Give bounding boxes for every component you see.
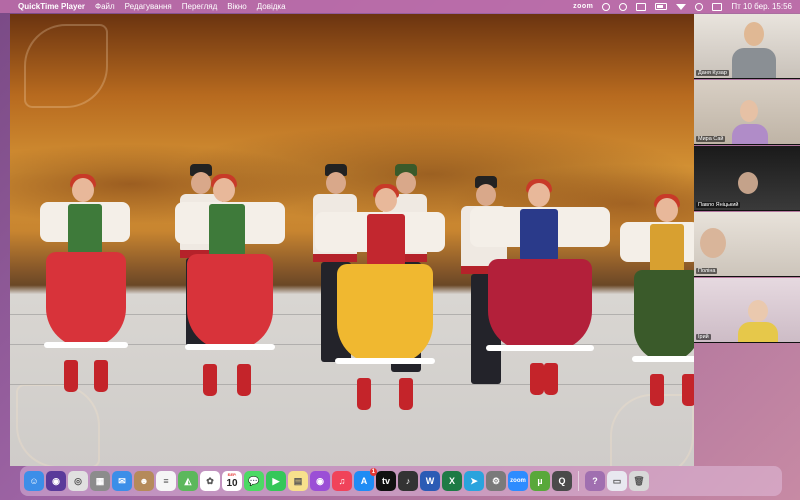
quicktime-glyph: Q <box>558 476 566 486</box>
menu-window[interactable]: Вікно <box>227 2 246 11</box>
participant-tile[interactable]: Павло Яніцький <box>694 146 800 211</box>
quicktime-icon[interactable]: Q <box>552 471 572 491</box>
menu-clock[interactable]: Пт 10 бер. 15:56 <box>731 2 792 11</box>
menu-help[interactable]: Довідка <box>257 2 286 11</box>
app-store-icon[interactable]: A1 <box>354 468 377 491</box>
folder-glyph: ▭ <box>612 475 622 486</box>
podcasts-icon[interactable]: ◉ <box>310 471 330 491</box>
zoom-status-icon[interactable]: zoom <box>573 3 593 10</box>
participant-tile[interactable]: Мира Сай <box>694 80 800 145</box>
video-stage[interactable] <box>10 14 694 466</box>
control-center-icon[interactable] <box>712 2 723 11</box>
launchpad-icon[interactable]: ▦ <box>90 471 110 491</box>
participant-name: Даня Кузар <box>696 70 729 76</box>
battery-icon[interactable] <box>655 3 668 10</box>
app-menu[interactable]: QuickTime Player <box>18 2 85 11</box>
calendar-day: 10 <box>226 477 238 489</box>
trash-glyph: 🗑 <box>633 475 645 486</box>
podcasts-glyph: ◉ <box>316 475 324 486</box>
photos-glyph: ✿ <box>206 475 214 486</box>
dock: ☺ ◉ ◎ ▦ ✉ ☻ ≡ ◭ ✿ БЕР. 10 💬 ▶ ▤ ◉ ♫ A 1 tv ♪ W X ➤ ⚙ zoom µ Q? ▭ 🗑 <box>20 466 782 496</box>
participant-video <box>732 48 776 78</box>
messages-icon[interactable]: 💬 <box>244 471 264 491</box>
system-settings-icon[interactable]: ⚙ <box>486 471 506 491</box>
participant-video <box>700 228 726 258</box>
wifi-icon[interactable] <box>676 3 687 10</box>
folder-icon[interactable]: ▭ <box>607 471 627 491</box>
mail-icon[interactable]: ✉ <box>112 471 132 491</box>
calendar-month: БЕР. <box>227 472 237 477</box>
participant-name: Павло Яніцький <box>696 202 741 208</box>
zoom-app-glyph: zoom <box>510 478 526 484</box>
participant-video <box>748 300 768 322</box>
participant-name: Поліна <box>696 268 718 274</box>
notes-glyph: ▤ <box>293 475 303 486</box>
chrome-glyph: ◎ <box>74 475 82 486</box>
help-icon[interactable]: ? <box>585 471 605 491</box>
tv-icon[interactable]: tv <box>376 471 396 491</box>
excel-glyph: X <box>448 476 455 486</box>
menu-bar: QuickTime Player Файл Редагування Перегл… <box>0 0 800 13</box>
reminders-glyph: ≡ <box>163 476 169 486</box>
participants-panel: Даня Кузар Мира Сай Павло Яніцький Полін… <box>694 14 800 414</box>
garageband-icon[interactable]: ♪ <box>398 471 418 491</box>
facetime-glyph: ▶ <box>272 475 280 486</box>
notes-icon[interactable]: ▤ <box>288 471 308 491</box>
music-icon[interactable]: ♫ <box>332 471 352 491</box>
participant-video <box>744 22 764 46</box>
participant-name: Ірий <box>696 334 711 340</box>
photos-icon[interactable]: ✿ <box>200 471 220 491</box>
word-icon[interactable]: W <box>420 471 440 491</box>
system-settings-glyph: ⚙ <box>491 475 501 486</box>
telegram-glyph: ➤ <box>470 475 478 486</box>
maps-glyph: ◭ <box>184 475 192 486</box>
menu-view[interactable]: Перегляд <box>182 2 218 11</box>
chrome-icon[interactable]: ◎ <box>68 471 88 491</box>
participant-tile[interactable]: Поліна <box>694 212 800 277</box>
app-store-glyph: A <box>360 476 368 486</box>
corner-ornament <box>24 24 108 108</box>
floor-line <box>10 384 694 385</box>
participant-name: Мира Сай <box>696 136 726 142</box>
trash-icon[interactable]: 🗑 <box>629 471 649 491</box>
participant-tile[interactable]: Даня Кузар <box>694 14 800 79</box>
participant-video <box>732 124 768 144</box>
facetime-icon[interactable]: ▶ <box>266 471 286 491</box>
siri-glyph: ◉ <box>52 475 60 486</box>
reminders-icon[interactable]: ≡ <box>156 471 176 491</box>
maps-icon[interactable]: ◭ <box>178 471 198 491</box>
participant-video <box>738 172 758 194</box>
zoom-app-icon[interactable]: zoom <box>508 471 528 491</box>
participant-video <box>738 322 778 342</box>
keyboard-layout-icon[interactable] <box>636 2 647 11</box>
messages-glyph: 💬 <box>248 475 260 486</box>
calendar-icon[interactable]: БЕР. 10 <box>222 471 242 491</box>
participant-video <box>740 100 758 122</box>
menu-edit[interactable]: Редагування <box>125 2 172 11</box>
menu-file[interactable]: Файл <box>95 2 115 11</box>
dock-separator <box>578 471 579 491</box>
word-glyph: W <box>425 476 435 486</box>
telegram-icon[interactable]: ➤ <box>464 471 484 491</box>
contacts-icon[interactable]: ☻ <box>134 471 154 491</box>
siri-icon[interactable]: ◉ <box>46 471 66 491</box>
circle-status-icon[interactable] <box>602 2 611 11</box>
launchpad-glyph: ▦ <box>95 475 105 486</box>
utorrent-glyph: µ <box>537 476 543 486</box>
tv-glyph: tv <box>381 476 390 486</box>
corner-ornament <box>16 384 100 466</box>
search-icon[interactable] <box>695 2 704 11</box>
music-glyph: ♫ <box>338 476 346 486</box>
excel-icon[interactable]: X <box>442 471 462 491</box>
contacts-glyph: ☻ <box>139 476 149 486</box>
finder-glyph: ☺ <box>29 476 39 486</box>
help-glyph: ? <box>592 476 598 486</box>
utorrent-icon[interactable]: µ <box>530 471 550 491</box>
mail-glyph: ✉ <box>118 475 126 486</box>
record-icon[interactable] <box>619 2 628 11</box>
garageband-glyph: ♪ <box>405 476 411 486</box>
participant-tile[interactable]: Ірий <box>694 278 800 343</box>
finder-icon[interactable]: ☺ <box>24 471 44 491</box>
